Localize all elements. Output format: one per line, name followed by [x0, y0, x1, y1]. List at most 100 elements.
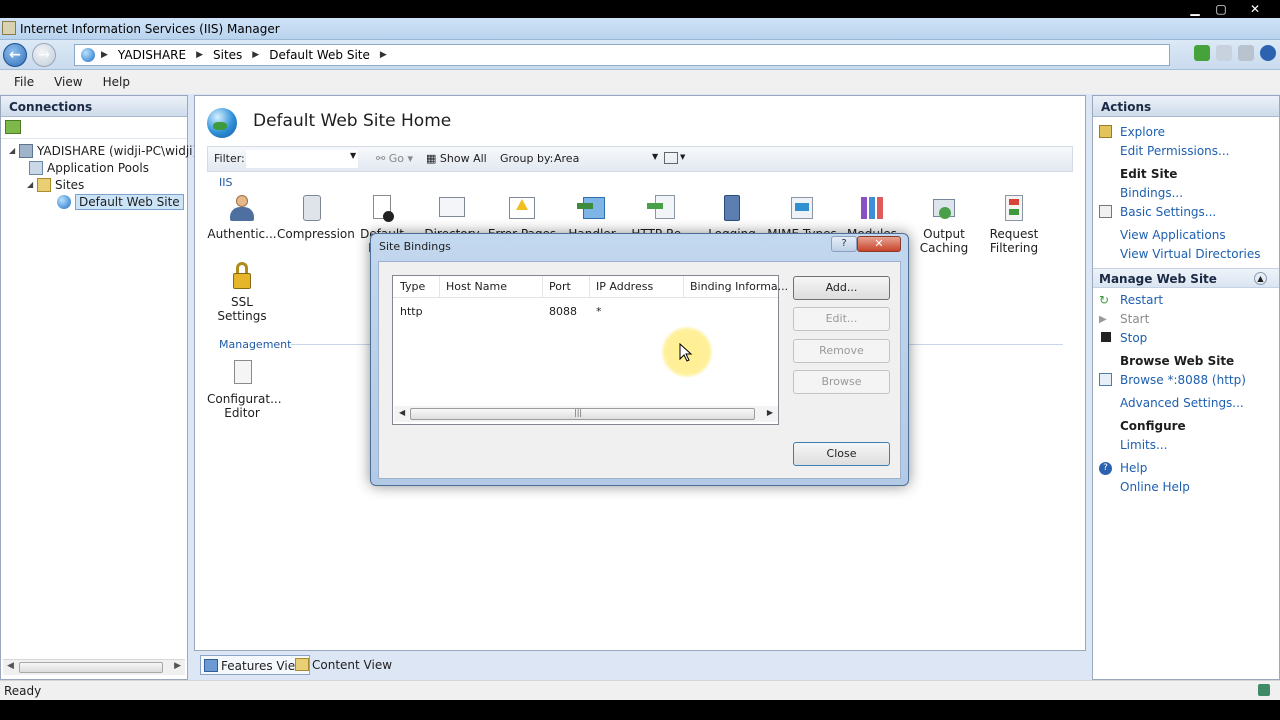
features-view-icon — [204, 659, 218, 672]
feature-authentication[interactable]: Authentic... — [207, 193, 277, 241]
action-stop[interactable]: Stop — [1120, 331, 1147, 345]
scroll-right-arrow-icon[interactable]: ▶ — [174, 661, 181, 671]
bindings-horizontal-scrollbar[interactable]: ◀ ||| ▶ — [394, 406, 778, 422]
bindings-list[interactable]: Type Host Name Port IP Address Binding I… — [392, 275, 788, 425]
connections-toolbar — [1, 117, 187, 139]
feature-configuration-editor[interactable]: Configurat... Editor — [207, 358, 282, 420]
tree-item-server[interactable]: ◢ YADISHARE (widji-PC\widji) — [9, 142, 197, 159]
section-management: Management — [219, 338, 292, 351]
filter-dropdown-icon[interactable]: ▼ — [350, 151, 356, 160]
action-browse[interactable]: Browse *:8088 (http) — [1120, 373, 1246, 387]
page-title: Default Web Site Home — [253, 111, 452, 131]
dialog-close-icon[interactable]: ✕ — [857, 236, 901, 252]
breadcrumb-server[interactable]: YADISHARE — [118, 48, 186, 62]
chevron-down-icon[interactable]: ▼ — [652, 152, 658, 161]
browse-binding-button[interactable]: Browse — [793, 370, 890, 394]
forward-button[interactable]: → — [32, 43, 56, 67]
manage-web-site-heading: Manage Web Site — [1099, 272, 1217, 286]
scroll-left-arrow-icon[interactable]: ◀ — [7, 661, 14, 671]
breadcrumb-default-web-site[interactable]: Default Web Site — [269, 48, 370, 62]
filter-label: Filter: — [214, 152, 245, 165]
tree-item-application-pools[interactable]: Application Pools — [29, 159, 149, 176]
column-type[interactable]: Type — [400, 280, 425, 293]
action-basic-settings[interactable]: Basic Settings... — [1120, 205, 1216, 219]
app-pools-icon — [29, 160, 43, 175]
menu-help[interactable]: Help — [97, 70, 136, 94]
scroll-right-arrow-icon[interactable]: ▶ — [767, 408, 773, 417]
column-ip-address[interactable]: IP Address — [596, 280, 653, 293]
menu-file[interactable]: File — [8, 70, 40, 94]
action-limits[interactable]: Limits... — [1120, 438, 1167, 452]
create-connection-icon[interactable] — [5, 120, 21, 134]
site-bindings-dialog: Site Bindings ? ✕ Type Host Name Port IP… — [370, 233, 909, 486]
feature-request-filtering[interactable]: Request Filtering — [979, 193, 1049, 255]
feature-compression[interactable]: Compression — [277, 193, 355, 241]
close-dialog-button[interactable]: Close — [793, 442, 890, 466]
breadcrumb-separator: ▶ — [379, 50, 387, 60]
sites-folder-icon — [37, 177, 51, 192]
breadcrumb[interactable]: ▶ YADISHARE ▶ Sites ▶ Default Web Site ▶ — [74, 44, 1170, 66]
view-mode-icon[interactable] — [664, 152, 678, 164]
refresh-green-icon[interactable] — [1194, 45, 1210, 61]
connections-horizontal-scrollbar[interactable]: ◀ ▶ — [3, 659, 185, 675]
manage-web-site-group[interactable]: Manage Web Site ▲ — [1093, 268, 1279, 288]
action-explore[interactable]: Explore — [1120, 125, 1165, 139]
stop-icon — [1101, 332, 1111, 342]
collapse-icon[interactable]: ▲ — [1254, 272, 1267, 285]
section-iis: IIS — [219, 176, 233, 189]
scroll-left-arrow-icon[interactable]: ◀ — [399, 408, 405, 417]
home-icon[interactable] — [1238, 45, 1254, 61]
tree-item-sites[interactable]: ◢ Sites — [27, 176, 84, 193]
action-view-virtual-directories[interactable]: View Virtual Directories — [1120, 247, 1261, 261]
maximize-button[interactable]: ▢ — [1208, 0, 1234, 18]
cell-ip-address: * — [596, 305, 602, 318]
ssl-lock-icon — [227, 261, 257, 291]
column-port[interactable]: Port — [549, 280, 571, 293]
action-help[interactable]: Help — [1120, 461, 1147, 475]
stop-icon[interactable] — [1216, 45, 1232, 61]
show-all-button[interactable]: ▦ Show All — [426, 152, 487, 165]
tree-item-default-web-site[interactable]: Default Web Site — [57, 193, 184, 210]
action-start[interactable]: Start — [1120, 312, 1149, 326]
edit-binding-button[interactable]: Edit... — [793, 307, 890, 331]
dialog-body: Type Host Name Port IP Address Binding I… — [378, 261, 901, 479]
dialog-help-button[interactable]: ? — [831, 236, 857, 252]
menu-bar: File View Help — [0, 70, 1280, 94]
minimize-button[interactable]: ▁ — [1182, 0, 1208, 18]
browse-icon — [1099, 373, 1112, 386]
logging-icon — [717, 193, 747, 223]
request-filtering-icon — [999, 193, 1029, 223]
view-tabs-bar: Features View Content View — [194, 652, 1086, 678]
scroll-grip-icon: ||| — [574, 408, 583, 417]
filter-input[interactable] — [246, 150, 358, 168]
scroll-thumb[interactable] — [19, 662, 163, 673]
view-mode-dropdown-icon[interactable]: ▼ — [680, 153, 685, 161]
group-by-select[interactable]: Area — [554, 152, 660, 165]
action-restart[interactable]: Restart — [1120, 293, 1163, 307]
help-icon[interactable] — [1260, 45, 1276, 61]
action-online-help[interactable]: Online Help — [1120, 480, 1190, 494]
feature-output-caching[interactable]: Output Caching — [909, 193, 979, 255]
action-bindings[interactable]: Bindings... — [1120, 186, 1183, 200]
back-button[interactable]: ← — [3, 43, 27, 67]
action-edit-permissions[interactable]: Edit Permissions... — [1120, 144, 1229, 158]
scroll-thumb[interactable] — [410, 408, 755, 420]
close-window-button[interactable]: ✕ — [1242, 0, 1268, 18]
column-binding-information[interactable]: Binding Informa... — [690, 280, 788, 293]
tab-content-view[interactable]: Content View — [292, 655, 396, 675]
remove-binding-button[interactable]: Remove — [793, 339, 890, 363]
feature-ssl-settings[interactable]: SSL Settings — [207, 261, 277, 323]
server-icon — [19, 143, 33, 158]
menu-view[interactable]: View — [48, 70, 88, 94]
add-binding-button[interactable]: Add... — [793, 276, 890, 300]
connections-panel: Connections ◢ YADISHARE (widji-PC\widji)… — [0, 95, 197, 680]
action-advanced-settings[interactable]: Advanced Settings... — [1120, 396, 1244, 410]
breadcrumb-separator: ▶ — [101, 50, 108, 60]
go-button[interactable]: ⚯ Go ▾ — [376, 152, 413, 165]
start-icon: ▶ — [1099, 314, 1107, 325]
breadcrumb-sites[interactable]: Sites — [213, 48, 242, 62]
action-view-applications[interactable]: View Applications — [1120, 228, 1226, 242]
window-title: Internet Information Services (IIS) Mana… — [20, 22, 280, 36]
network-status-icon — [1258, 684, 1270, 696]
column-host-name[interactable]: Host Name — [446, 280, 507, 293]
